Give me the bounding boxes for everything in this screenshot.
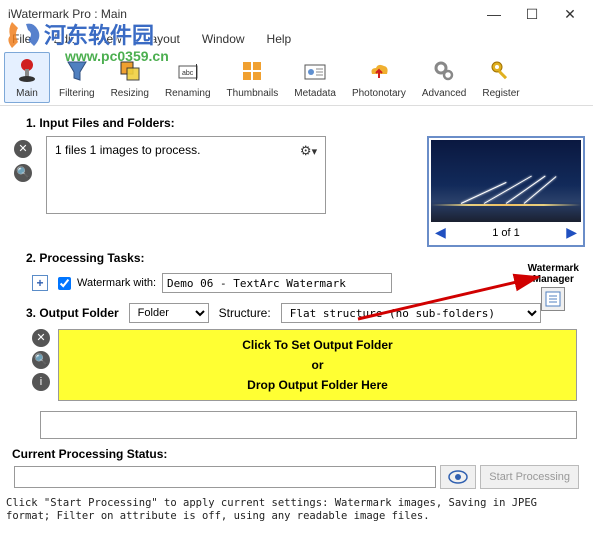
output-line-3: Drop Output Folder Here (247, 378, 388, 392)
key-icon (486, 56, 516, 86)
joystick-icon (12, 56, 42, 86)
tab-photonotary-label: Photonotary (352, 88, 406, 99)
preview-counter: 1 of 1 (492, 227, 520, 239)
tab-photonotary[interactable]: Photonotary (345, 52, 413, 103)
remove-input-button[interactable]: ✕ (14, 140, 32, 158)
tab-renaming-label: Renaming (165, 88, 211, 99)
status-progress (14, 466, 436, 488)
watermark-select[interactable] (162, 273, 392, 293)
funnel-icon (62, 56, 92, 86)
tab-register[interactable]: Register (475, 52, 526, 103)
status-label: Current Processing Status: (12, 447, 585, 461)
section-1-title: 1. Input Files and Folders: (26, 116, 585, 130)
titlebar: iWatermark Pro : Main — ☐ ✕ (0, 0, 593, 28)
preview-panel: ◀ 1 of 1 ▶ (427, 136, 585, 247)
additional-area[interactable] (40, 411, 577, 439)
menu-window[interactable]: Window (198, 30, 249, 48)
preview-image[interactable] (431, 140, 581, 222)
start-processing-button[interactable]: Start Processing (480, 465, 579, 489)
preview-eye-button[interactable] (440, 465, 476, 489)
output-line-1: Click To Set Output Folder (242, 338, 392, 352)
gears-icon (429, 56, 459, 86)
tab-thumbnails-label: Thumbnails (227, 88, 279, 99)
tab-filtering[interactable]: Filtering (52, 52, 102, 103)
tab-advanced[interactable]: Advanced (415, 52, 473, 103)
input-files-text: 1 files 1 images to process. (55, 143, 200, 157)
section-3-title: 3. Output Folder (26, 306, 119, 320)
output-info-button[interactable]: i (32, 373, 50, 391)
preview-prev-button[interactable]: ◀ (435, 224, 446, 241)
tab-advanced-label: Advanced (422, 88, 466, 99)
tab-metadata-label: Metadata (294, 88, 336, 99)
tab-main[interactable]: Main (4, 52, 50, 103)
preview-next-button[interactable]: ▶ (566, 224, 577, 241)
search-input-button[interactable]: 🔍 (14, 164, 32, 182)
close-button[interactable]: ✕ (555, 2, 585, 26)
clear-output-button[interactable]: ✕ (32, 329, 50, 347)
tab-resizing[interactable]: Resizing (104, 52, 156, 103)
watermark-with-label: Watermark with: (77, 277, 156, 289)
tab-register-label: Register (482, 88, 519, 99)
toolbar: Main Filtering Resizing abc Renaming Thu… (0, 50, 593, 106)
menu-view[interactable]: View (92, 30, 126, 48)
tab-thumbnails[interactable]: Thumbnails (220, 52, 286, 103)
maximize-button[interactable]: ☐ (517, 2, 547, 26)
menubar: File Edit View Layout Window Help (0, 28, 593, 50)
structure-select[interactable]: Flat structure (no sub-folders) (281, 303, 541, 323)
id-card-icon (300, 56, 330, 86)
menu-edit[interactable]: Edit (49, 30, 78, 48)
footer-hint: Click "Start Processing" to apply curren… (0, 495, 593, 524)
watermark-manager-label: WatermarkManager (528, 263, 579, 285)
cloud-upload-icon (364, 56, 394, 86)
menu-file[interactable]: File (8, 30, 35, 48)
tab-metadata[interactable]: Metadata (287, 52, 343, 103)
watermark-checkbox[interactable] (58, 277, 71, 290)
tab-filtering-label: Filtering (59, 88, 95, 99)
minimize-button[interactable]: — (479, 2, 509, 26)
resize-icon (115, 56, 145, 86)
output-line-2: or (312, 358, 324, 372)
output-drop-zone[interactable]: Click To Set Output Folder or Drop Outpu… (58, 329, 577, 401)
add-task-button[interactable]: + (32, 275, 48, 291)
svg-text:abc: abc (182, 70, 194, 77)
grid-icon (237, 56, 267, 86)
structure-label: Structure: (219, 306, 271, 320)
menu-layout[interactable]: Layout (140, 30, 184, 48)
tab-resizing-label: Resizing (111, 88, 149, 99)
rename-icon: abc (173, 56, 203, 86)
tab-main-label: Main (16, 88, 38, 99)
input-files-box[interactable]: 1 files 1 images to process. ⚙▾ (46, 136, 326, 214)
menu-help[interactable]: Help (263, 30, 296, 48)
section-2-title: 2. Processing Tasks: (26, 251, 585, 265)
watermark-manager-button[interactable] (541, 287, 565, 311)
input-gear-dropdown[interactable]: ⚙▾ (300, 143, 317, 159)
output-folder-select[interactable]: Folder (129, 303, 209, 323)
window-title: iWatermark Pro : Main (8, 7, 479, 21)
find-output-button[interactable]: 🔍 (32, 351, 50, 369)
tab-renaming[interactable]: abc Renaming (158, 52, 218, 103)
